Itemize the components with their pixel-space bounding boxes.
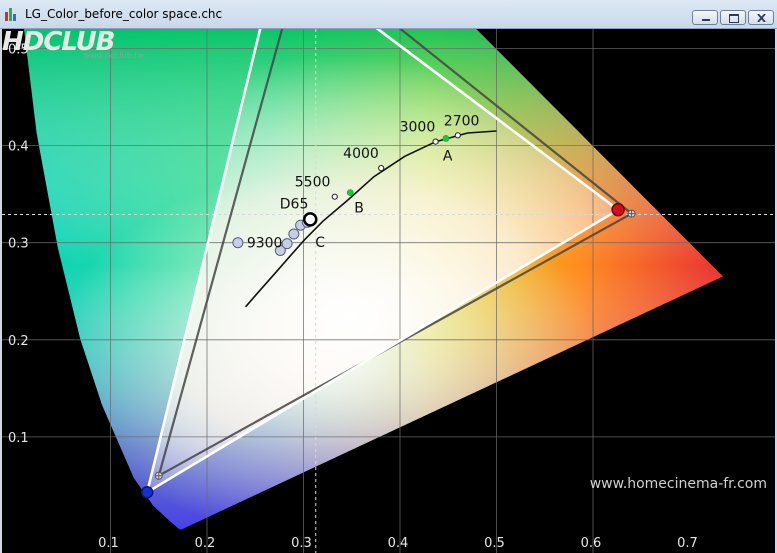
cct-label: 4000 [343, 146, 379, 162]
x-tick-label: 0.5 [484, 536, 505, 551]
illuminant-marker [346, 189, 354, 196]
x-tick-label: 0.4 [388, 536, 409, 551]
cct-label: 9300 [247, 235, 283, 251]
x-tick-label: 0.1 [98, 536, 119, 551]
watermark-url: www.homecinema-fr.com [590, 476, 767, 492]
x-tick-label: 0.7 [677, 536, 698, 551]
y-tick-label: 0.3 [8, 237, 29, 252]
y-tick-label: 0.1 [8, 431, 29, 446]
title-bar[interactable]: LG_Color_before_color space.chc [0, 0, 777, 29]
close-button[interactable] [748, 10, 774, 25]
cct-marker [331, 193, 338, 200]
logo-url: www.hdclub.tw [83, 51, 144, 59]
hdclub-logo: HDCLUB www.hdclub.tw [2, 29, 144, 59]
cct-label: 2700 [444, 113, 480, 129]
close-icon [757, 14, 766, 22]
grey-point [232, 237, 244, 249]
cct-marker [378, 165, 385, 172]
x-tick-label: 0.2 [195, 536, 216, 551]
cct-marker [432, 138, 439, 145]
illuminant-label: C [315, 235, 325, 251]
cie-chart: 0.10.20.30.40.50.60.70.10.20.30.40.50.60… [2, 29, 775, 553]
chart-area: 0.10.20.30.40.50.60.70.10.20.30.40.50.60… [0, 29, 777, 553]
illuminant-marker [442, 135, 450, 142]
x-tick-label: 0.6 [581, 536, 602, 551]
grey-point [303, 212, 318, 227]
minimize-icon [702, 19, 710, 21]
window-title: LG_Color_before_color space.chc [25, 7, 223, 21]
y-tick-label: 0.2 [8, 334, 29, 349]
grey-point [281, 238, 293, 250]
cct-label: D65 [280, 197, 309, 213]
x-tick-label: 0.3 [291, 536, 312, 551]
red-primary-marker [611, 202, 625, 217]
cct-label: 5500 [295, 175, 331, 191]
minimize-button[interactable] [692, 10, 718, 25]
illuminant-label: A [443, 148, 453, 164]
grey-point [288, 228, 300, 240]
cct-marker [454, 132, 461, 139]
y-tick-label: 0.4 [8, 140, 29, 155]
cct-label: 3000 [400, 120, 436, 136]
maximize-icon [729, 14, 739, 23]
bar-chart-icon [5, 8, 19, 21]
maximize-button[interactable] [720, 10, 746, 25]
blue-primary-marker [140, 485, 154, 499]
illuminant-label: B [354, 201, 364, 217]
